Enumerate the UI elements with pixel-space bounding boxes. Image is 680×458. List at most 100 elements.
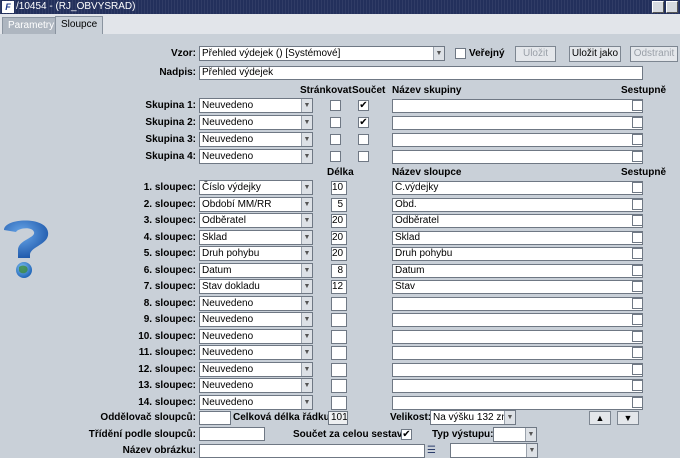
column-length-input[interactable]: 20 [331, 214, 347, 228]
column-name-input[interactable]: Č.výdejky [392, 181, 643, 195]
column-length-input[interactable] [331, 379, 347, 393]
column-select[interactable]: Neuvedeno ▼ [199, 378, 313, 393]
column-select[interactable]: Neuvedeno ▼ [199, 362, 313, 377]
group-sestupne-checkbox[interactable] [632, 134, 643, 145]
column-name-input[interactable] [392, 396, 643, 410]
group-soucet-checkbox[interactable]: ✔ [358, 100, 369, 111]
column-name-input[interactable] [392, 297, 643, 311]
column-select[interactable]: Neuvedeno ▼ [199, 312, 313, 327]
column-sestupne-checkbox[interactable] [632, 265, 643, 276]
group-name-input[interactable] [392, 116, 643, 130]
group-soucet-checkbox[interactable]: ✔ [358, 117, 369, 128]
column-select[interactable]: Odběratel ▼ [199, 213, 313, 228]
column-name-input[interactable] [392, 313, 643, 327]
group-select[interactable]: Neuvedeno ▼ [199, 149, 313, 164]
group-strankovat-checkbox[interactable] [330, 134, 341, 145]
tab-parametry[interactable]: Parametry [2, 17, 61, 34]
column-sestupne-checkbox[interactable] [632, 232, 643, 243]
sestupne-groups-header: Sestupně [621, 85, 667, 96]
column-select[interactable]: Neuvedeno ▼ [199, 395, 313, 410]
column-sestupne-checkbox[interactable] [632, 248, 643, 259]
column-label: 4. sloupec: [143, 232, 196, 243]
group-name-input[interactable] [392, 150, 643, 164]
group-strankovat-checkbox[interactable] [330, 117, 341, 128]
column-length-input[interactable]: 20 [331, 247, 347, 261]
minimize-button[interactable] [652, 1, 664, 13]
column-length-input[interactable] [331, 346, 347, 360]
column-sestupne-checkbox[interactable] [632, 380, 643, 391]
group-soucet-checkbox[interactable] [358, 151, 369, 162]
column-name-input[interactable]: Datum [392, 264, 643, 278]
column-select[interactable]: Stav dokladu ▼ [199, 279, 313, 294]
column-sestupne-checkbox[interactable] [632, 199, 643, 210]
column-sestupne-checkbox[interactable] [632, 314, 643, 325]
column-name-input[interactable] [392, 363, 643, 377]
column-length-input[interactable] [331, 396, 347, 410]
soucet-sestavu-checkbox[interactable]: ✔ [401, 429, 412, 440]
oddelovac-input[interactable] [199, 411, 231, 425]
column-select[interactable]: Neuvedeno ▼ [199, 345, 313, 360]
column-length-input[interactable]: 20 [331, 231, 347, 245]
column-name-input[interactable]: Obd. [392, 198, 643, 212]
column-length-input[interactable] [331, 313, 347, 327]
column-select[interactable]: Neuvedeno ▼ [199, 329, 313, 344]
ulozit-jako-button[interactable]: Uložit jako [569, 46, 621, 62]
column-sestupne-checkbox[interactable] [632, 397, 643, 408]
column-select[interactable]: Období MM/RR ▼ [199, 197, 313, 212]
column-name-input[interactable]: Sklad [392, 231, 643, 245]
column-select[interactable]: Neuvedeno ▼ [199, 296, 313, 311]
group-strankovat-checkbox[interactable] [330, 100, 341, 111]
odstranit-button[interactable]: Odstranit [630, 46, 678, 62]
column-sestupne-checkbox[interactable] [632, 298, 643, 309]
column-name-input[interactable] [392, 379, 643, 393]
ulozit-button[interactable]: Uložit [515, 46, 556, 62]
group-sestupne-checkbox[interactable] [632, 151, 643, 162]
column-sestupne-checkbox[interactable] [632, 215, 643, 226]
column-name-input[interactable]: Stav [392, 280, 643, 294]
velikost-select[interactable]: Na výšku 132 zn. ▼ [430, 410, 516, 425]
column-length-input[interactable]: 10 [331, 181, 347, 195]
column-length-input[interactable] [331, 330, 347, 344]
column-sestupne-checkbox[interactable] [632, 331, 643, 342]
group-name-input[interactable] [392, 133, 643, 147]
column-select[interactable]: Datum ▼ [199, 263, 313, 278]
group-select[interactable]: Neuvedeno ▼ [199, 98, 313, 113]
column-sestupne-checkbox[interactable] [632, 364, 643, 375]
arrow-down-button[interactable]: ▼ [617, 411, 639, 425]
verejny-checkbox[interactable] [455, 48, 466, 59]
group-sestupne-checkbox[interactable] [632, 100, 643, 111]
column-length-input[interactable]: 8 [331, 264, 347, 278]
nadpis-input[interactable]: Přehled výdejek [199, 66, 643, 80]
group-sestupne-checkbox[interactable] [632, 117, 643, 128]
column-name-input[interactable] [392, 330, 643, 344]
column-length-input[interactable]: 5 [331, 198, 347, 212]
column-name-input[interactable] [392, 346, 643, 360]
column-name-input[interactable]: Druh pohybu [392, 247, 643, 261]
verejny-label: Veřejný [469, 48, 505, 59]
column-length-input[interactable] [331, 297, 347, 311]
chevron-down-icon: ▼ [301, 297, 312, 310]
column-sestupne-checkbox[interactable] [632, 347, 643, 358]
tab-sloupce[interactable]: Sloupce [55, 16, 104, 34]
column-select[interactable]: Číslo výdejky ▼ [199, 180, 313, 195]
column-sestupne-checkbox[interactable] [632, 281, 643, 292]
list-picker-icon[interactable]: ☰ [427, 445, 437, 457]
column-length-input[interactable] [331, 363, 347, 377]
group-name-input[interactable] [392, 99, 643, 113]
column-name-input[interactable]: Odběratel [392, 214, 643, 228]
group-select[interactable]: Neuvedeno ▼ [199, 115, 313, 130]
column-select[interactable]: Sklad ▼ [199, 230, 313, 245]
vzor-select[interactable]: Přehled výdejek () [Systémové] ▼ [199, 46, 445, 61]
group-select[interactable]: Neuvedeno ▼ [199, 132, 313, 147]
group-select-value: Neuvedeno [202, 134, 254, 145]
group-soucet-checkbox[interactable] [358, 134, 369, 145]
column-sestupne-checkbox[interactable] [632, 182, 643, 193]
trideni-input[interactable] [199, 427, 265, 441]
group-strankovat-checkbox[interactable] [330, 151, 341, 162]
typ-vystupu-select[interactable]: ▼ [493, 427, 537, 442]
arrow-up-button[interactable]: ▲ [589, 411, 611, 425]
chevron-down-icon: ▼ [301, 280, 312, 293]
maximize-button[interactable] [666, 1, 678, 13]
column-select[interactable]: Druh pohybu ▼ [199, 246, 313, 261]
column-length-input[interactable]: 12 [331, 280, 347, 294]
